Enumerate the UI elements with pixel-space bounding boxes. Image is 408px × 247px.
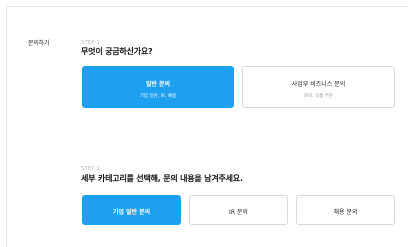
step2-label: STEP 2 — [81, 166, 100, 172]
tab-recruitment[interactable]: 채용 문의 — [296, 195, 395, 225]
tab-corporate-general-label: 기업 일반 문의 — [112, 209, 151, 216]
tab-recruitment-label: 채용 문의 — [333, 209, 358, 216]
step1-title: 무엇이 궁금하신가요? — [81, 47, 153, 56]
tab-ir[interactable]: IR 문의 — [189, 195, 288, 225]
general-inquiry-subtitle: 기업 일반, IR, 채용 — [139, 94, 177, 99]
tab-corporate-general[interactable]: 기업 일반 문의 — [82, 195, 181, 225]
business-inquiry-card[interactable]: 사업부 비즈니스 문의 화학, 식품 부문 — [242, 66, 395, 108]
general-inquiry-card[interactable]: 일반 문의 기업 일반, IR, 채용 — [82, 66, 234, 108]
step2-title: 세부 카테고리를 선택해, 문의 내용을 남겨주세요. — [81, 174, 243, 183]
business-inquiry-subtitle: 화학, 식품 부문 — [303, 94, 334, 99]
tab-ir-label: IR 문의 — [229, 209, 248, 216]
business-inquiry-title: 사업부 비즈니스 문의 — [291, 81, 346, 88]
sidebar-title: 문의하기 — [28, 40, 50, 47]
general-inquiry-title: 일반 문의 — [145, 81, 171, 88]
